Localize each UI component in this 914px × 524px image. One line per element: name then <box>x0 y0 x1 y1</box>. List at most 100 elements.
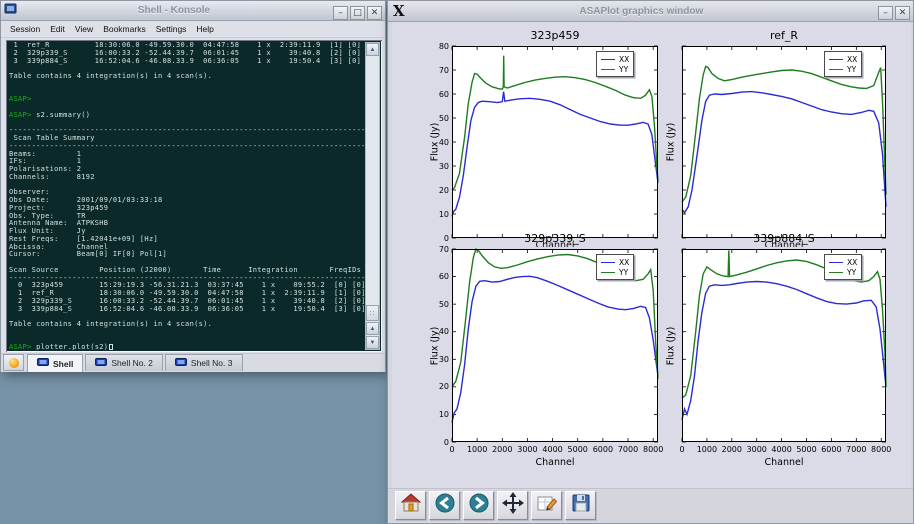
yaxis-label-339p884-s: Flux (Jy) <box>666 326 677 365</box>
legend-339p884-s: XXYY <box>824 254 862 280</box>
menu-session[interactable]: Session <box>5 24 45 34</box>
forward-button[interactable] <box>463 491 494 520</box>
asap-prompt: ASAP> <box>9 111 32 119</box>
terminal-line: ASAP> s2.summary() <box>9 112 365 120</box>
matplotlib-figure: Channel323p45901020304050607080Flux (Jy)… <box>392 22 911 488</box>
pan-icon <box>502 492 524 519</box>
konsole-titlebar[interactable]: Shell - Konsole –□✕ <box>1 1 385 21</box>
menu-bookmarks[interactable]: Bookmarks <box>98 24 151 34</box>
terminal-line: Channels: 8192 <box>9 174 365 182</box>
ytick-label: 50 <box>428 300 449 309</box>
konsole-window-buttons: –□✕ <box>331 2 382 20</box>
menu-settings[interactable]: Settings <box>151 24 192 34</box>
konsole-menubar: SessionEditViewBookmarksSettingsHelp <box>1 21 385 38</box>
legend-line-swatch <box>601 59 615 60</box>
scroll-up-button-2[interactable]: ▲ <box>366 322 379 335</box>
subplots-button[interactable] <box>531 491 562 520</box>
terminal-line: ASAP> <box>9 96 365 104</box>
terminal-line: ASAP> plotter.plot(s2) <box>9 344 365 350</box>
new-session-button[interactable] <box>3 354 24 371</box>
asaplot-window: X ASAPlot graphics window –✕ Channel 323p… <box>387 0 914 524</box>
subplot-title-323p459: 323p459 <box>452 29 658 42</box>
terminal-line: Table contains 4 integration(s) in 4 sca… <box>9 321 365 329</box>
konsole-window: Shell - Konsole –□✕ SessionEditViewBookm… <box>0 0 386 372</box>
tab-shell-no-3[interactable]: Shell No. 3 <box>165 354 243 371</box>
tab-shell-no-2[interactable]: Shell No. 2 <box>85 354 163 371</box>
konsole-app-icon <box>4 2 17 20</box>
scroll-up-button[interactable]: ▲ <box>366 43 379 56</box>
xtick-label: 1000 <box>463 445 491 454</box>
xtick-label: 4000 <box>539 445 567 454</box>
konsole-tabbar: Shell Shell No. 2 Shell No. 3 <box>1 353 385 372</box>
ytick-label: 60 <box>428 90 449 99</box>
yaxis-label-323p459: Flux (Jy) <box>430 123 441 162</box>
yaxis-label-ref-r: Flux (Jy) <box>666 123 677 162</box>
xtick-label: 7000 <box>614 445 642 454</box>
menu-view[interactable]: View <box>70 24 98 34</box>
home-icon <box>400 492 422 519</box>
legend-line-swatch <box>829 59 843 60</box>
legend-label: YY <box>619 65 628 74</box>
ytick-label: 20 <box>428 186 449 195</box>
forward-icon <box>468 492 490 519</box>
asaplot-close-button[interactable]: ✕ <box>895 6 910 20</box>
asaplot-window-title: ASAPlot graphics window <box>410 6 873 17</box>
legend-label: YY <box>847 268 856 277</box>
shell-tab-icon <box>175 358 187 369</box>
pan-button[interactable] <box>497 491 528 520</box>
xaxis-label-329p339-s: Channel <box>515 457 595 468</box>
konsole-close-button[interactable]: ✕ <box>367 6 382 20</box>
legend-323p459: XXYY <box>596 51 634 77</box>
session-ball-icon <box>9 358 19 368</box>
legend-label: YY <box>619 268 628 277</box>
legend-entry-xx: XX <box>829 54 857 64</box>
tab-label: Shell <box>53 359 73 369</box>
shell-tab-icon <box>95 358 107 369</box>
konsole-maximize-button[interactable]: □ <box>350 6 365 20</box>
tab-label: Shell No. 3 <box>191 358 233 368</box>
xtick-label: 0 <box>668 445 696 454</box>
xtick-label: 3000 <box>743 445 771 454</box>
subplot-title-339p884-s: 339p884_S <box>682 232 886 245</box>
terminal-output[interactable]: 1 ref_R 18:30:06.0 -49.59.30.0 04:47:58 … <box>9 42 365 350</box>
desktop: { "colors": { "desktop": "#7692a6", "ter… <box>0 0 914 524</box>
legend-entry-yy: YY <box>601 64 629 74</box>
xtick-label: 2000 <box>718 445 746 454</box>
legend-ref-r: XXYY <box>824 51 862 77</box>
ytick-label: 10 <box>428 410 449 419</box>
asaplot-minimize-button[interactable]: – <box>878 6 893 20</box>
tab-shell[interactable]: Shell <box>27 354 83 372</box>
legend-entry-yy: YY <box>829 267 857 277</box>
legend-label: XX <box>847 55 857 64</box>
menu-edit[interactable]: Edit <box>45 24 70 34</box>
save-button[interactable] <box>565 491 596 520</box>
scroll-down-button[interactable]: ▼ <box>366 336 379 349</box>
menu-help[interactable]: Help <box>191 24 218 34</box>
terminal-cursor <box>109 344 113 350</box>
terminal-line <box>9 89 365 97</box>
save-icon <box>570 492 592 519</box>
xtick-label: 7000 <box>842 445 870 454</box>
shell-tab-icon <box>37 358 49 369</box>
ytick-label: 70 <box>428 66 449 75</box>
terminal-scrollbar[interactable]: ▲ ▲ ▼ <box>365 42 380 350</box>
asaplot-titlebar[interactable]: X ASAPlot graphics window –✕ <box>388 1 913 22</box>
home-button[interactable] <box>395 491 426 520</box>
plot-toolbar <box>388 488 913 522</box>
xtick-label: 6000 <box>589 445 617 454</box>
xaxis-label-339p884-s: Channel <box>744 457 824 468</box>
legend-line-swatch <box>829 272 843 273</box>
ytick-label: 80 <box>428 42 449 51</box>
ytick-label: 10 <box>428 210 449 219</box>
yaxis-label-329p339-s: Flux (Jy) <box>430 326 441 365</box>
xtick-label: 4000 <box>768 445 796 454</box>
legend-line-swatch <box>601 272 615 273</box>
legend-label: XX <box>619 55 629 64</box>
back-button[interactable] <box>429 491 460 520</box>
ytick-label: 30 <box>428 162 449 171</box>
konsole-minimize-button[interactable]: – <box>333 6 348 20</box>
ytick-label: 20 <box>428 382 449 391</box>
ytick-label: 60 <box>428 272 449 281</box>
xtick-label: 2000 <box>488 445 516 454</box>
scrollbar-thumb[interactable] <box>366 305 379 321</box>
